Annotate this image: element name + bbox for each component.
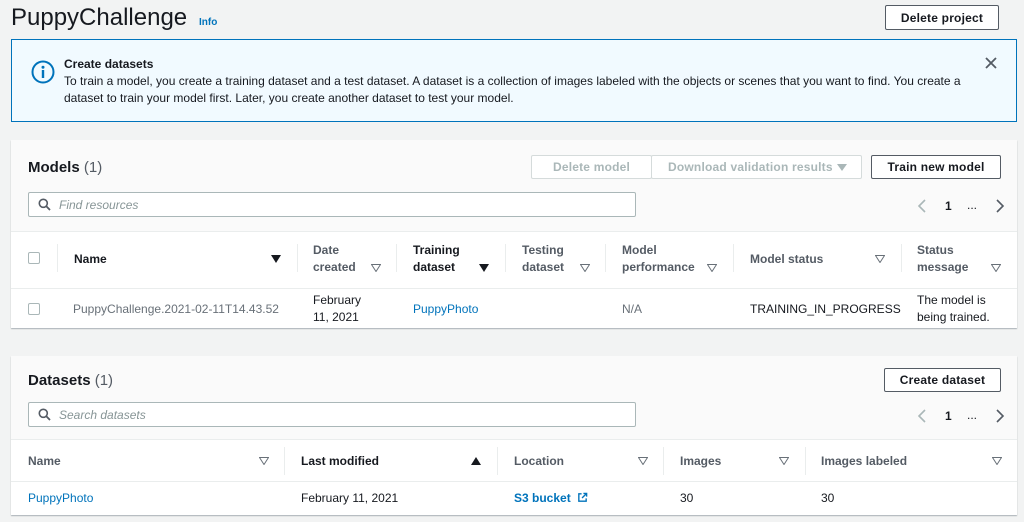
sort-active-icon[interactable] xyxy=(479,264,489,272)
sort-icon[interactable] xyxy=(779,457,789,465)
delete-model-button[interactable]: Delete model xyxy=(531,155,652,179)
datasets-count: (1) xyxy=(94,372,114,389)
sort-icon[interactable] xyxy=(875,255,885,263)
search-icon xyxy=(38,408,51,421)
sort-icon[interactable] xyxy=(992,457,1002,465)
download-validation-results-button[interactable]: Download validation results xyxy=(651,155,862,179)
datasets-title: Datasets (1) xyxy=(28,372,114,389)
close-icon[interactable] xyxy=(984,56,998,70)
train-new-model-button[interactable]: Train new model xyxy=(871,155,1001,179)
page-number[interactable]: 1 xyxy=(945,409,952,423)
chevron-right-icon[interactable] xyxy=(995,199,1005,213)
model-performance: N/A xyxy=(622,302,643,316)
column-header-name[interactable]: Name xyxy=(28,453,61,470)
dataset-name-link[interactable]: PuppyPhoto xyxy=(28,490,93,507)
search-icon xyxy=(38,198,51,211)
alert-title: Create datasets xyxy=(64,57,154,71)
dataset-last-modified: February 11, 2021 xyxy=(301,491,399,505)
delete-project-button[interactable]: Delete project xyxy=(885,5,999,30)
create-dataset-button[interactable]: Create dataset xyxy=(884,368,1001,392)
sort-icon[interactable] xyxy=(259,457,269,465)
sort-descending-icon[interactable] xyxy=(271,255,281,263)
column-header-date-created[interactable]: Date created xyxy=(313,242,368,276)
models-title: Models (1) xyxy=(28,159,103,176)
column-header-model-status[interactable]: Model status xyxy=(750,251,823,268)
dataset-images-labeled: 30 xyxy=(821,491,835,505)
page-title: PuppyChallenge xyxy=(11,4,188,31)
models-header xyxy=(11,140,1017,232)
page-number[interactable]: 1 xyxy=(945,199,952,213)
download-validation-results-label: Download validation results xyxy=(668,160,833,174)
info-icon xyxy=(31,60,55,84)
training-dataset-link[interactable]: PuppyPhoto xyxy=(413,301,478,318)
alert-text: To train a model, you create a training … xyxy=(64,74,961,105)
column-header-last-modified[interactable]: Last modified xyxy=(301,453,379,470)
chevron-left-icon[interactable] xyxy=(917,199,927,213)
column-header-status-message[interactable]: Status message xyxy=(917,242,977,276)
dataset-images: 30 xyxy=(680,491,694,505)
models-pagination: 1 ... xyxy=(917,197,1007,217)
sort-icon[interactable] xyxy=(638,457,648,465)
external-link-icon xyxy=(578,492,588,502)
s3-bucket-label: S3 bucket xyxy=(514,491,571,505)
model-date-created: February 11, 2021 xyxy=(313,293,362,324)
model-status: TRAINING_IN_PROGRESS xyxy=(750,302,901,316)
search-placeholder: Find resources xyxy=(59,198,139,212)
sort-icon[interactable] xyxy=(371,264,381,272)
sort-icon[interactable] xyxy=(580,264,590,272)
datasets-panel: Datasets (1) Create dataset Search datas… xyxy=(11,356,1017,515)
column-header-location[interactable]: Location xyxy=(514,453,564,470)
column-header-training-dataset[interactable]: Training dataset xyxy=(413,242,473,276)
models-panel: Models (1) Delete model Download validat… xyxy=(11,140,1017,328)
page-ellipsis: ... xyxy=(967,408,978,422)
models-count: (1) xyxy=(83,159,103,176)
column-header-images-labeled[interactable]: Images labeled xyxy=(821,453,907,470)
sort-icon[interactable] xyxy=(991,264,1001,272)
column-header-testing-dataset[interactable]: Testing dataset xyxy=(522,242,577,276)
chevron-left-icon[interactable] xyxy=(917,409,927,423)
datasets-pagination: 1 ... xyxy=(917,407,1007,427)
page-ellipsis: ... xyxy=(967,198,978,212)
row-checkbox[interactable] xyxy=(28,303,40,315)
column-header-model-performance[interactable]: Model performance xyxy=(622,242,702,276)
status-message: The model is being trained. xyxy=(917,293,990,324)
search-placeholder: Search datasets xyxy=(59,408,146,422)
caret-down-icon xyxy=(837,164,847,171)
select-all-checkbox[interactable] xyxy=(28,252,40,264)
model-name[interactable]: PuppyChallenge.2021-02-11T14.43.52 xyxy=(73,301,279,318)
chevron-right-icon[interactable] xyxy=(995,409,1005,423)
info-alert: Create datasets To train a model, you cr… xyxy=(11,39,1017,122)
column-header-name[interactable]: Name xyxy=(74,251,107,268)
column-header-images[interactable]: Images xyxy=(680,453,721,470)
s3-bucket-link[interactable]: S3 bucket xyxy=(514,490,588,507)
find-resources-input[interactable]: Find resources xyxy=(28,192,636,217)
datasets-header xyxy=(11,356,1017,440)
sort-ascending-icon[interactable] xyxy=(471,457,481,465)
search-datasets-input[interactable]: Search datasets xyxy=(28,402,636,427)
sort-icon[interactable] xyxy=(707,264,717,272)
info-link[interactable]: Info xyxy=(199,17,217,28)
